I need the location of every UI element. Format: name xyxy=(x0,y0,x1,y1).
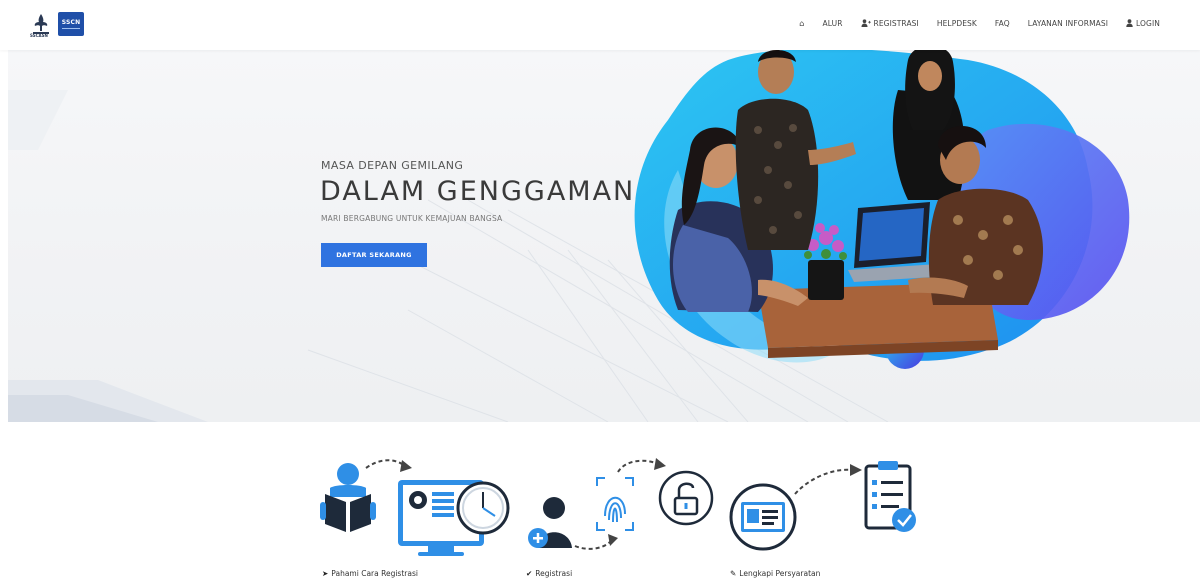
check-icon: ✔ xyxy=(526,569,533,578)
daftar-sekarang-button[interactable]: DAFTAR SEKARANG xyxy=(321,243,427,267)
step-registrasi: ✔ Registrasi xyxy=(526,569,572,578)
nav-faq-label: FAQ xyxy=(994,18,1010,28)
logo-small-text: SSCASN xyxy=(30,33,48,38)
nav-alur[interactable]: ALUR xyxy=(822,19,842,28)
step-lengkapi-label: Lengkapi Persyaratan xyxy=(739,569,821,578)
step-registrasi-label: Registrasi xyxy=(535,569,573,578)
checklist-icon xyxy=(864,461,916,532)
logo[interactable]: SSCN SSCASN xyxy=(30,11,84,38)
steps-illustration xyxy=(320,458,916,556)
nav-home[interactable]: ⌂ xyxy=(799,19,804,28)
reader-icon xyxy=(320,463,376,532)
nav-alur-label: ALUR xyxy=(822,18,843,28)
sscn-logo-box: SSCN xyxy=(58,12,84,36)
fingerprint-icon xyxy=(596,477,634,531)
unlock-icon xyxy=(658,470,714,526)
nav-login-label: LOGIN xyxy=(1136,18,1160,28)
home-icon: ⌂ xyxy=(799,18,805,28)
step-lengkapi: ✎ Lengkapi Persyaratan xyxy=(730,569,820,578)
top-navbar: SSCN SSCASN ⌂ ALUR REGISTRASI HELPDESK F… xyxy=(0,0,1200,50)
nav-login[interactable]: LOGIN xyxy=(1126,19,1160,28)
wrench-icon: ✎ xyxy=(730,569,737,578)
user-icon xyxy=(1126,19,1133,27)
nav-helpdesk[interactable]: HELPDESK xyxy=(937,19,977,28)
step-pahami-label: Pahami Cara Registrasi xyxy=(331,569,418,578)
nav-layanan-informasi[interactable]: LAYANAN INFORMASI xyxy=(1028,19,1108,28)
nav-helpdesk-label: HELPDESK xyxy=(936,18,977,28)
step-pahami: ➤ Pahami Cara Registrasi xyxy=(322,569,418,578)
nav-faq[interactable]: FAQ xyxy=(995,19,1010,28)
hero-title: DALAM GENGGAMAN xyxy=(320,176,636,207)
registration-steps: ➤ Pahami Cara Registrasi ✔ Registrasi ✎ … xyxy=(0,422,1200,578)
logo-box-text: SSCN xyxy=(61,19,81,26)
clock-icon xyxy=(456,481,510,535)
nav-registrasi[interactable]: REGISTRASI xyxy=(861,19,919,28)
id-card-icon xyxy=(729,483,797,551)
hero-tagline: MARI BERGABUNG UNTUK KEMAJUAN BANGSA xyxy=(321,214,503,223)
nav-layanan-label: LAYANAN INFORMASI xyxy=(1027,18,1109,28)
hero-illustration xyxy=(634,50,1130,369)
add-user-icon xyxy=(528,497,572,548)
nav-links: ⌂ ALUR REGISTRASI HELPDESK FAQ LAYANAN I… xyxy=(799,0,1160,46)
location-arrow-icon: ➤ xyxy=(322,569,329,578)
hero-subtitle: MASA DEPAN GEMILANG xyxy=(321,159,464,172)
logo-line xyxy=(62,28,80,29)
hero-section: MASA DEPAN GEMILANG DALAM GENGGAMAN MARI… xyxy=(8,50,1200,422)
user-plus-icon xyxy=(861,19,871,27)
nav-registrasi-label: REGISTRASI xyxy=(873,18,919,28)
